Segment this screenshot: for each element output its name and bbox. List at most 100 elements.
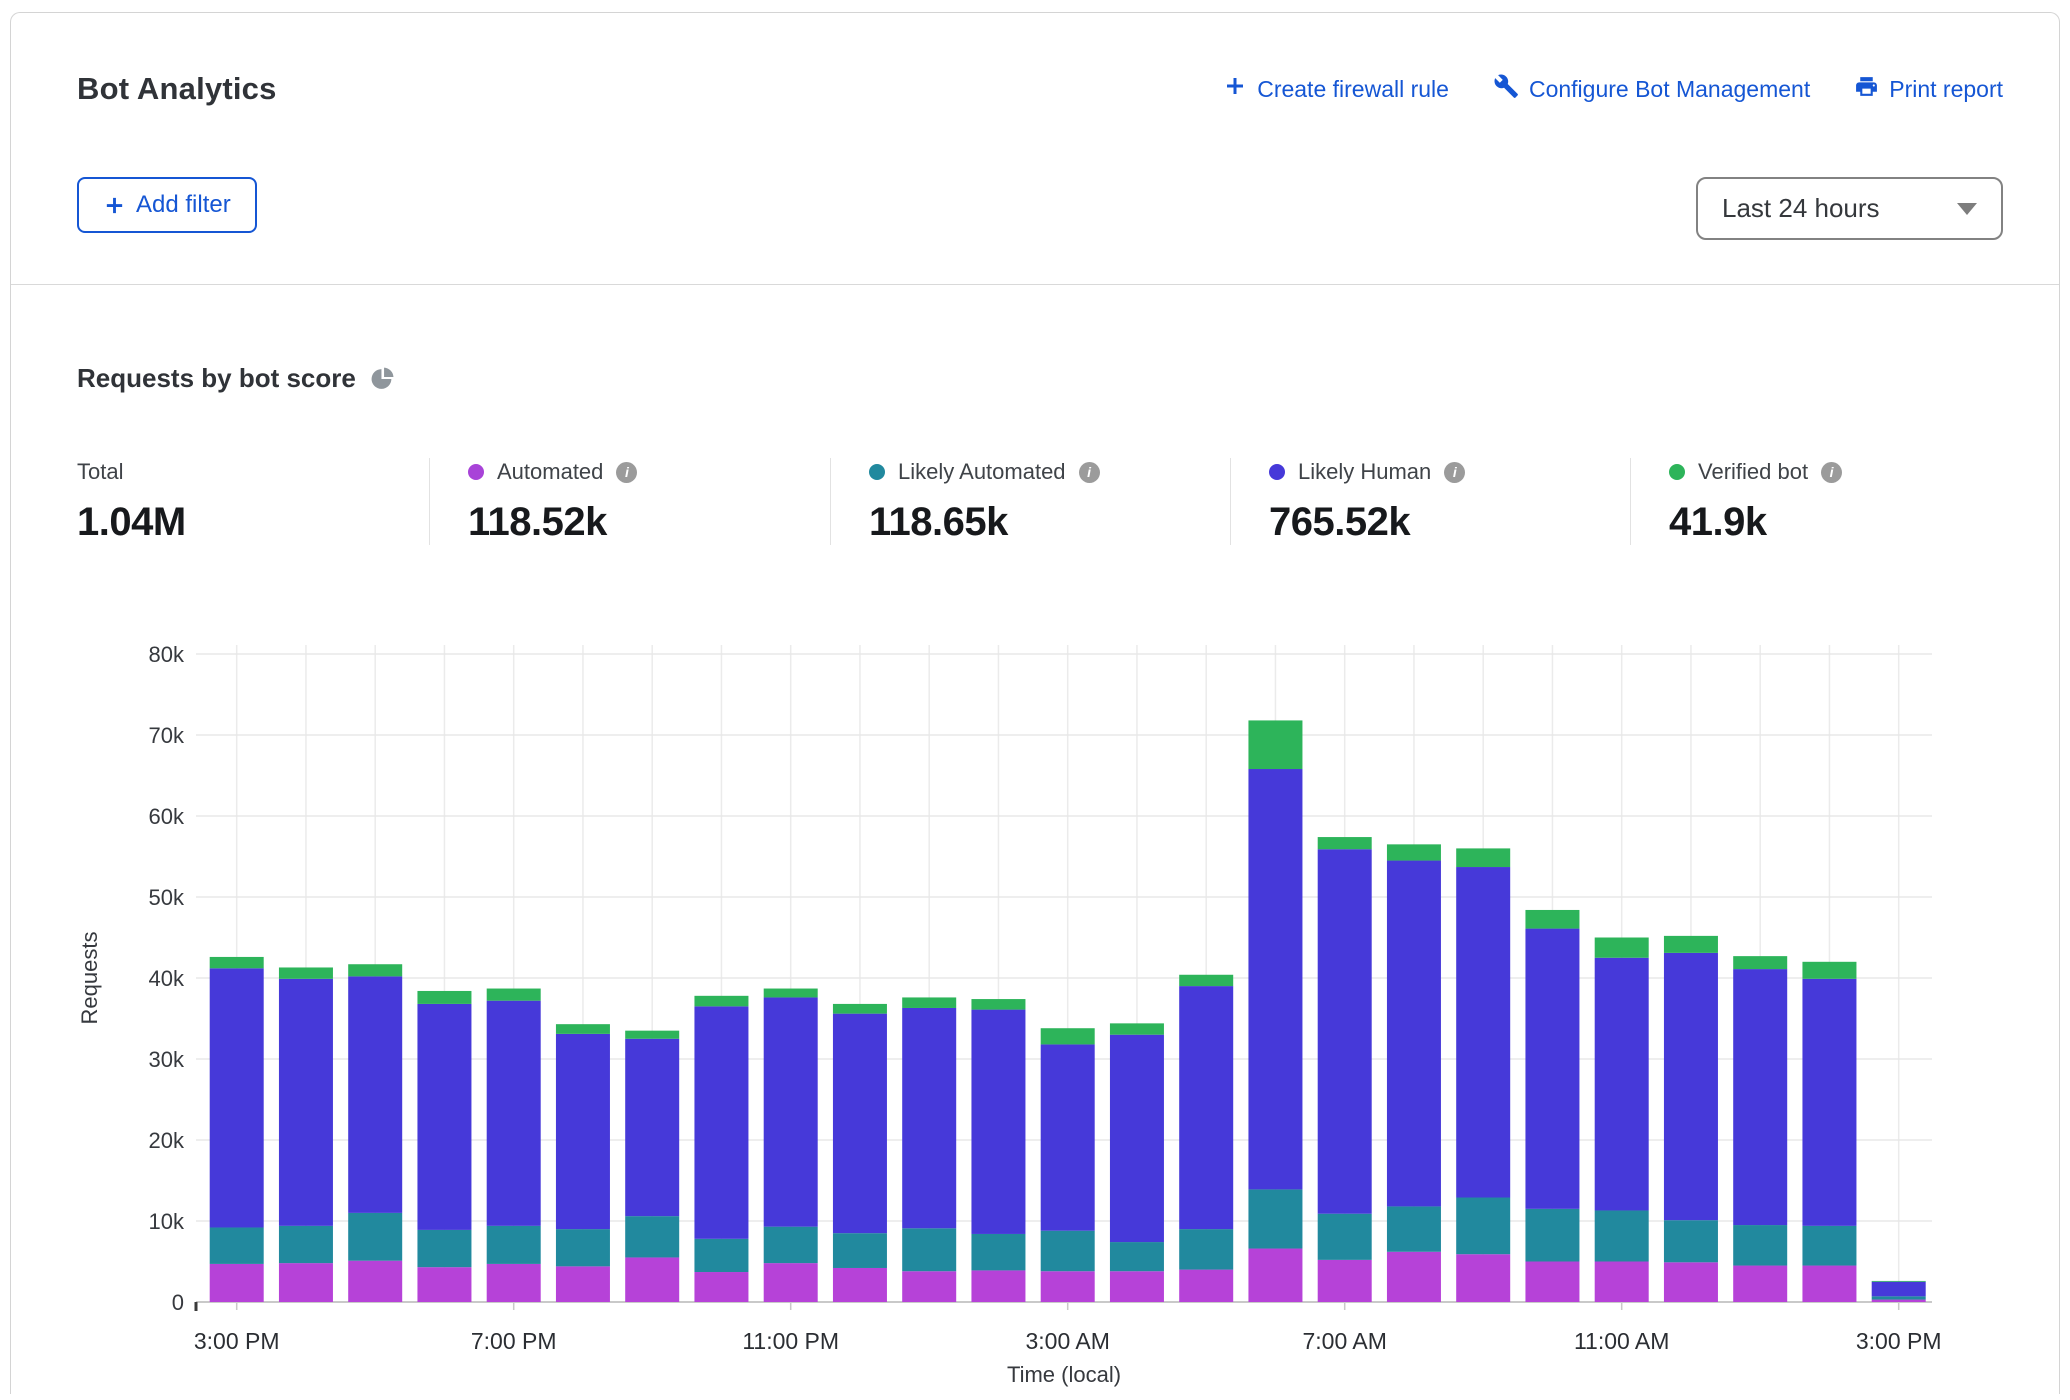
bar-segment-likely-human[interactable] — [1664, 953, 1718, 1220]
bar-segment-likely-automated[interactable] — [1664, 1220, 1718, 1262]
bar-segment-automated[interactable] — [833, 1268, 887, 1302]
bar-segment-verified-bot[interactable] — [348, 964, 402, 976]
bar-segment-likely-human[interactable] — [1595, 958, 1649, 1211]
bar-segment-verified-bot[interactable] — [1110, 1023, 1164, 1034]
bar-segment-likely-automated[interactable] — [556, 1229, 610, 1266]
bar-segment-automated[interactable] — [902, 1271, 956, 1302]
bar-segment-likely-automated[interactable] — [971, 1234, 1025, 1270]
bar-segment-verified-bot[interactable] — [1456, 848, 1510, 867]
info-icon[interactable]: i — [1079, 462, 1100, 483]
bar-segment-likely-automated[interactable] — [625, 1216, 679, 1257]
bar-segment-likely-automated[interactable] — [487, 1226, 541, 1264]
bar-segment-likely-automated[interactable] — [417, 1230, 471, 1267]
bar-segment-automated[interactable] — [1802, 1266, 1856, 1302]
bar-segment-automated[interactable] — [1387, 1252, 1441, 1302]
bar-segment-likely-human[interactable] — [1733, 969, 1787, 1225]
bar-segment-likely-automated[interactable] — [1525, 1209, 1579, 1262]
bar-segment-automated[interactable] — [1248, 1249, 1302, 1302]
bar-segment-verified-bot[interactable] — [1318, 837, 1372, 849]
requests-chart[interactable]: 010k20k30k40k50k60k70k80k3:00 PM7:00 PM1… — [11, 641, 2059, 1395]
bar-segment-automated[interactable] — [1733, 1266, 1787, 1302]
bar-segment-likely-human[interactable] — [1387, 861, 1441, 1207]
add-filter-button[interactable]: Add filter — [77, 177, 257, 233]
bar-segment-verified-bot[interactable] — [1595, 938, 1649, 958]
bar-segment-automated[interactable] — [1179, 1270, 1233, 1302]
bar-segment-verified-bot[interactable] — [625, 1031, 679, 1039]
bar-segment-likely-automated[interactable] — [1179, 1229, 1233, 1270]
bar-segment-verified-bot[interactable] — [1041, 1028, 1095, 1044]
bar-segment-likely-automated[interactable] — [1387, 1206, 1441, 1251]
bar-segment-automated[interactable] — [1872, 1300, 1926, 1302]
bar-segment-likely-human[interactable] — [694, 1006, 748, 1238]
bar-segment-likely-human[interactable] — [625, 1039, 679, 1216]
info-icon[interactable]: i — [1444, 462, 1465, 483]
bar-segment-verified-bot[interactable] — [1872, 1281, 1926, 1282]
bar-segment-likely-automated[interactable] — [1248, 1189, 1302, 1248]
bar-segment-verified-bot[interactable] — [1733, 956, 1787, 969]
bar-segment-likely-automated[interactable] — [1041, 1231, 1095, 1272]
bar-segment-automated[interactable] — [556, 1266, 610, 1302]
bar-segment-automated[interactable] — [971, 1270, 1025, 1302]
bar-segment-likely-human[interactable] — [1041, 1044, 1095, 1230]
bar-segment-automated[interactable] — [1456, 1254, 1510, 1302]
bar-segment-likely-human[interactable] — [487, 1001, 541, 1226]
bar-segment-likely-automated[interactable] — [279, 1226, 333, 1263]
bar-segment-likely-automated[interactable] — [902, 1228, 956, 1271]
bar-segment-automated[interactable] — [417, 1267, 471, 1302]
bar-segment-verified-bot[interactable] — [1525, 910, 1579, 929]
print-report-link[interactable]: Print report — [1854, 74, 2003, 105]
bar-segment-verified-bot[interactable] — [1387, 844, 1441, 860]
bar-segment-verified-bot[interactable] — [556, 1024, 610, 1034]
bar-segment-verified-bot[interactable] — [902, 997, 956, 1008]
bar-segment-likely-automated[interactable] — [210, 1227, 264, 1263]
bar-segment-automated[interactable] — [1110, 1271, 1164, 1302]
info-icon[interactable]: i — [1821, 462, 1842, 483]
bar-segment-likely-human[interactable] — [348, 976, 402, 1213]
bar-segment-likely-human[interactable] — [764, 997, 818, 1226]
bar-segment-verified-bot[interactable] — [694, 996, 748, 1007]
bar-segment-automated[interactable] — [764, 1263, 818, 1302]
bar-segment-likely-human[interactable] — [1802, 979, 1856, 1226]
bar-segment-likely-automated[interactable] — [348, 1213, 402, 1261]
bar-segment-likely-human[interactable] — [210, 968, 264, 1227]
bar-segment-likely-automated[interactable] — [694, 1239, 748, 1272]
bar-segment-verified-bot[interactable] — [1248, 720, 1302, 769]
bar-segment-likely-human[interactable] — [556, 1034, 610, 1229]
bar-segment-likely-human[interactable] — [971, 1010, 1025, 1234]
bar-segment-verified-bot[interactable] — [1179, 975, 1233, 986]
bar-segment-automated[interactable] — [1525, 1262, 1579, 1303]
create-firewall-rule-link[interactable]: Create firewall rule — [1223, 74, 1449, 104]
bar-segment-likely-automated[interactable] — [764, 1227, 818, 1263]
bar-segment-automated[interactable] — [694, 1272, 748, 1302]
bar-segment-likely-human[interactable] — [279, 979, 333, 1226]
bar-segment-likely-human[interactable] — [1525, 929, 1579, 1209]
bar-segment-likely-human[interactable] — [1318, 849, 1372, 1213]
bar-segment-likely-automated[interactable] — [1318, 1214, 1372, 1260]
bar-segment-verified-bot[interactable] — [210, 957, 264, 968]
bar-segment-automated[interactable] — [1041, 1271, 1095, 1302]
bar-segment-automated[interactable] — [279, 1263, 333, 1302]
bar-segment-verified-bot[interactable] — [1802, 962, 1856, 979]
info-icon[interactable]: i — [616, 462, 637, 483]
bar-segment-likely-human[interactable] — [833, 1014, 887, 1234]
bar-segment-automated[interactable] — [487, 1264, 541, 1302]
bar-segment-likely-human[interactable] — [1456, 867, 1510, 1197]
bar-segment-likely-human[interactable] — [417, 1004, 471, 1230]
bar-segment-verified-bot[interactable] — [417, 991, 471, 1004]
bar-segment-verified-bot[interactable] — [971, 999, 1025, 1010]
bar-segment-automated[interactable] — [210, 1264, 264, 1302]
bar-segment-verified-bot[interactable] — [833, 1004, 887, 1014]
bar-segment-likely-human[interactable] — [1179, 986, 1233, 1229]
bar-segment-likely-automated[interactable] — [1456, 1198, 1510, 1255]
bar-segment-automated[interactable] — [1318, 1260, 1372, 1302]
bar-segment-automated[interactable] — [1595, 1262, 1649, 1303]
bar-segment-verified-bot[interactable] — [279, 967, 333, 978]
time-range-select[interactable]: Last 24 hours — [1696, 177, 2003, 240]
bar-segment-likely-automated[interactable] — [1872, 1296, 1926, 1299]
bar-segment-automated[interactable] — [1664, 1262, 1718, 1302]
bar-segment-likely-human[interactable] — [1110, 1035, 1164, 1242]
bar-segment-verified-bot[interactable] — [764, 989, 818, 998]
bar-segment-verified-bot[interactable] — [487, 989, 541, 1001]
bar-segment-likely-automated[interactable] — [1595, 1210, 1649, 1261]
bar-segment-automated[interactable] — [348, 1261, 402, 1302]
